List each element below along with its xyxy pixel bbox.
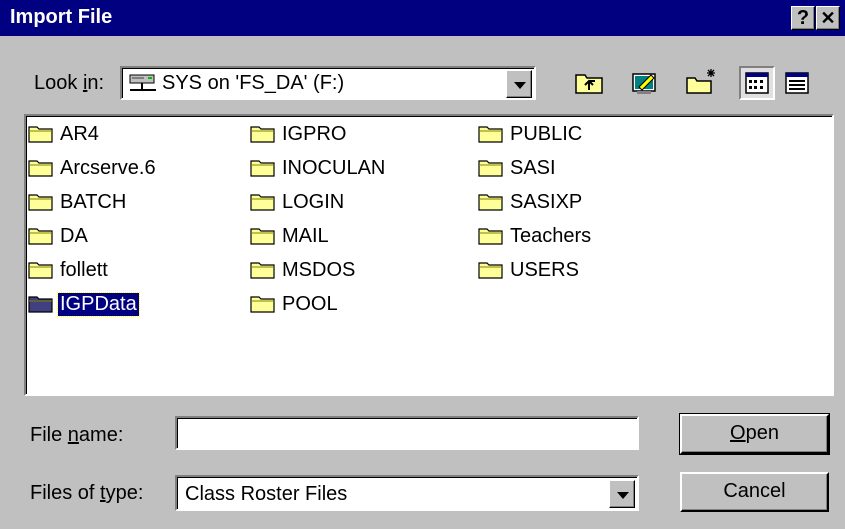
folder-item-label: MSDOS	[282, 258, 356, 281]
folder-item[interactable]: LOGIN	[250, 188, 346, 216]
folder-icon	[250, 126, 275, 143]
folder-item[interactable]: USERS	[478, 256, 581, 284]
folder-item-label: USERS	[510, 258, 579, 281]
folder-item-label: INOCULAN	[282, 156, 386, 179]
folder-item[interactable]: PUBLIC	[478, 120, 584, 148]
files-of-type-label: Files of type:	[30, 482, 144, 504]
folder-item-label: follett	[60, 258, 108, 281]
folder-item-label: PUBLIC	[510, 122, 583, 145]
look-in-combobox[interactable]: SYS on 'FS_DA' (F:)	[120, 66, 536, 100]
folder-icon	[28, 160, 53, 177]
folder-item[interactable]: BATCH	[28, 188, 128, 216]
up-one-level-button[interactable]	[571, 66, 607, 100]
open-button[interactable]: Open	[679, 413, 830, 455]
folder-item-label: DA	[60, 224, 88, 247]
folder-item-label: LOGIN	[282, 190, 345, 213]
folder-icon	[250, 296, 275, 313]
folder-icon	[478, 160, 503, 177]
details-view-button[interactable]	[779, 66, 815, 100]
files-of-type-dropdown-button[interactable]	[609, 480, 635, 508]
look-in-label: Look in:	[34, 72, 105, 94]
desktop-icon	[632, 73, 656, 94]
file-name-input[interactable]	[175, 416, 639, 450]
cancel-button[interactable]: Cancel	[680, 472, 829, 512]
folder-icon	[478, 194, 503, 211]
folder-item[interactable]: SASIXP	[478, 188, 584, 216]
folder-icon	[250, 228, 275, 245]
list-view-icon	[745, 72, 769, 94]
folder-item-label: IGPRO	[282, 122, 347, 145]
look-in-value: SYS on 'FS_DA' (F:)	[162, 72, 345, 94]
folder-item[interactable]: Arcserve.6	[28, 154, 158, 182]
folder-item[interactable]: INOCULAN	[250, 154, 387, 182]
folder-icon	[28, 262, 53, 279]
folder-icon	[28, 126, 53, 143]
folder-item[interactable]: POOL	[250, 290, 340, 318]
folder-item[interactable]: IGPData	[28, 290, 140, 318]
folder-item-label: SASIXP	[510, 190, 583, 213]
folder-icon	[250, 262, 275, 279]
details-view-icon	[785, 72, 809, 94]
folder-item-label: Arcserve.6	[60, 156, 156, 179]
import-file-dialog: Import File ? ✕ Look in: SYS on 'FS_DA' …	[0, 0, 845, 529]
new-folder-icon	[686, 69, 715, 94]
folder-item-label: POOL	[282, 292, 338, 315]
folder-item-label: AR4	[60, 122, 99, 145]
folder-icon	[250, 194, 275, 211]
files-of-type-combobox[interactable]: Class Roster Files	[175, 475, 639, 511]
folder-item[interactable]: SASI	[478, 154, 558, 182]
window-title: Import File	[10, 6, 113, 28]
create-new-folder-button[interactable]	[683, 66, 719, 100]
folder-item[interactable]: MAIL	[250, 222, 331, 250]
network-drive-icon	[129, 74, 156, 91]
close-button[interactable]: ✕	[816, 6, 840, 30]
folder-item[interactable]: AR4	[28, 120, 101, 148]
chevron-down-icon	[617, 492, 629, 499]
folder-item[interactable]: Teachers	[478, 222, 593, 250]
title-bar[interactable]: Import File ? ✕	[0, 0, 845, 36]
folder-icon	[478, 126, 503, 143]
folder-item[interactable]: follett	[28, 256, 110, 284]
files-of-type-value: Class Roster Files	[185, 483, 348, 505]
folder-item-label: IGPData	[57, 291, 140, 317]
folder-item[interactable]: MSDOS	[250, 256, 357, 284]
folder-icon	[478, 262, 503, 279]
folder-item-label: MAIL	[282, 224, 329, 247]
chevron-down-icon	[514, 82, 526, 89]
folder-item[interactable]: IGPRO	[250, 120, 348, 148]
look-in-dropdown-button[interactable]	[506, 70, 532, 98]
folder-icon	[28, 194, 53, 211]
file-name-label: File name:	[30, 424, 124, 446]
folder-item-label: SASI	[510, 156, 556, 179]
folder-item-label: BATCH	[60, 190, 127, 213]
folder-item[interactable]: DA	[28, 222, 90, 250]
file-list[interactable]: AR4 Arcserve.6 BATCH DA follett IGPData IGPRO I…	[24, 114, 834, 396]
folder-icon	[28, 228, 53, 245]
folder-icon	[28, 296, 53, 313]
list-view-button[interactable]	[739, 66, 775, 100]
folder-icon	[250, 160, 275, 177]
desktop-button[interactable]	[627, 66, 663, 100]
up-folder-icon	[575, 74, 603, 94]
folder-icon	[478, 228, 503, 245]
help-button[interactable]: ?	[791, 6, 815, 30]
folder-item-label: Teachers	[510, 224, 592, 247]
